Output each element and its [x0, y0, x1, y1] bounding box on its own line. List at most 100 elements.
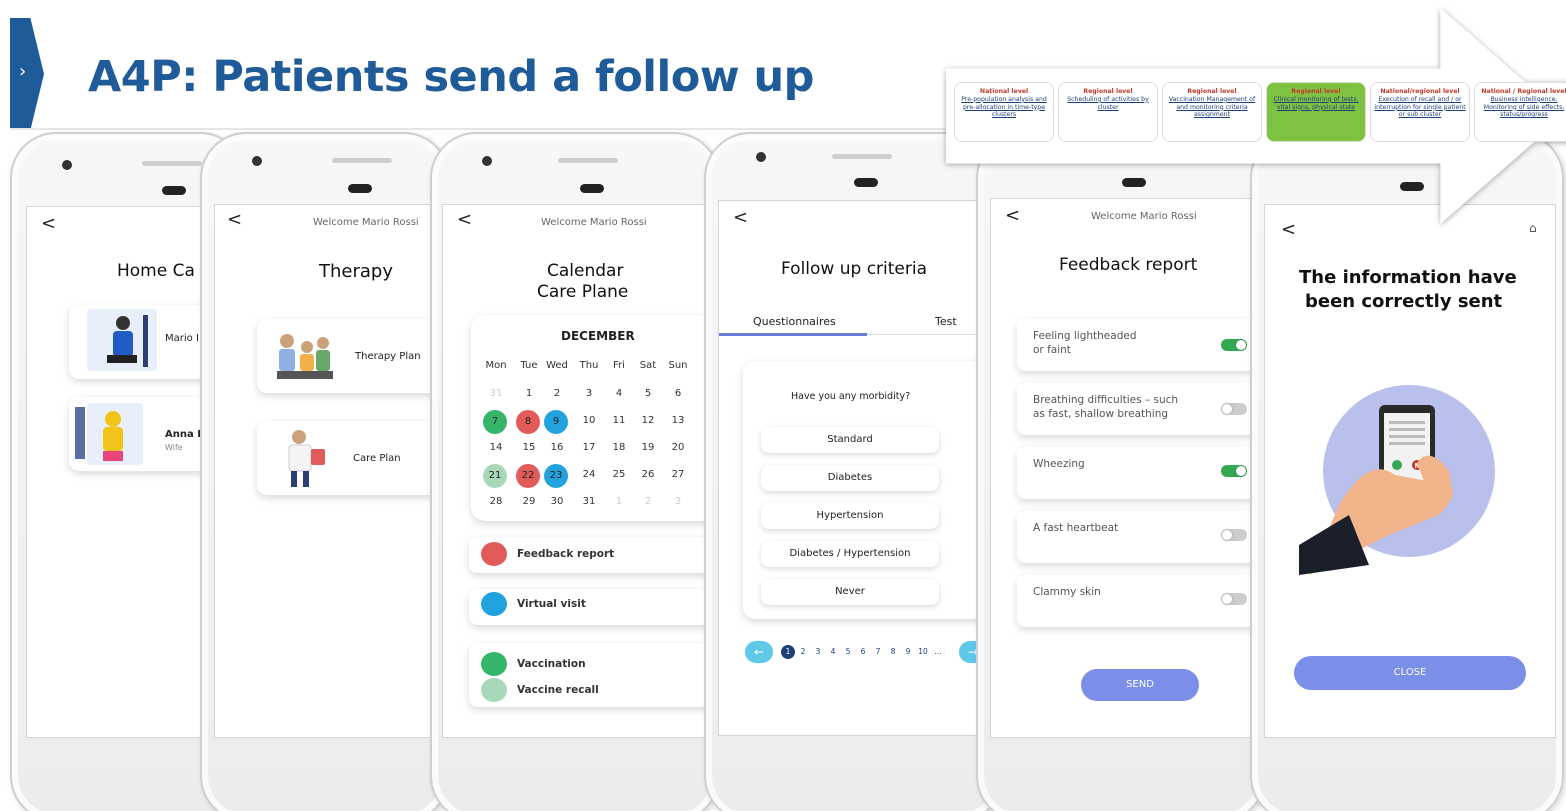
page-number[interactable]: 8: [886, 645, 900, 659]
calendar-day[interactable]: 27: [665, 464, 691, 486]
question-card: Have you any morbidity? Standard Diabetes…: [743, 361, 1003, 619]
back-icon[interactable]: <: [733, 207, 748, 228]
answer-option[interactable]: Standard: [761, 427, 939, 453]
therapy-plan-card[interactable]: Therapy Plan: [257, 319, 449, 393]
calendar-day[interactable]: 2: [544, 383, 570, 405]
calendar-day[interactable]: 23: [544, 464, 568, 488]
calendar-day[interactable]: 15: [516, 437, 542, 459]
calendar-day[interactable]: 18: [606, 437, 632, 459]
calendar-day[interactable]: 31: [576, 491, 602, 513]
legend-dot: [481, 592, 507, 616]
symptom-toggle[interactable]: [1221, 529, 1247, 541]
calendar-day[interactable]: 8: [516, 410, 540, 434]
calendar-day[interactable]: 5: [635, 383, 661, 405]
weekday-label: Mon: [485, 360, 507, 371]
symptom-label: Clammy skin: [1033, 585, 1101, 599]
symptom-label: Feeling lightheaded or faint: [1033, 329, 1137, 357]
calendar-day[interactable]: 13: [665, 410, 691, 432]
calendar-day[interactable]: 12: [635, 410, 661, 432]
calendar-day[interactable]: 3: [576, 383, 602, 405]
calendar-day[interactable]: 1: [606, 491, 632, 513]
answer-option[interactable]: Never: [761, 579, 939, 605]
symptom-label-line1: A fast heartbeat: [1033, 522, 1119, 534]
calendar-day[interactable]: 21: [483, 464, 507, 488]
back-icon[interactable]: <: [227, 209, 242, 230]
symptom-toggle[interactable]: [1221, 339, 1247, 351]
chevron-right-icon: ›: [19, 61, 27, 82]
calendar-day[interactable]: 29: [516, 491, 542, 513]
answer-option[interactable]: Hypertension: [761, 503, 939, 529]
page-number[interactable]: 10: [916, 645, 930, 659]
phone-in-hand-illustration: N: [1299, 385, 1495, 575]
weekday-label: Sat: [639, 360, 657, 371]
page-number[interactable]: 5: [841, 645, 855, 659]
calendar-day[interactable]: 1: [516, 383, 542, 405]
calendar-day[interactable]: 17: [576, 437, 602, 459]
page-number[interactable]: 7: [871, 645, 885, 659]
calendar-day[interactable]: 20: [665, 437, 691, 459]
calendar-day[interactable]: 6: [665, 383, 691, 405]
process-step-level: National level: [979, 88, 1029, 95]
page-number[interactable]: 3: [811, 645, 825, 659]
back-icon[interactable]: <: [457, 209, 472, 230]
calendar-day[interactable]: 11: [606, 410, 632, 432]
calendar-day[interactable]: 25: [606, 464, 632, 486]
answer-option[interactable]: Diabetes: [761, 465, 939, 491]
calendar-day[interactable]: 14: [483, 437, 509, 459]
camera-icon: [252, 156, 262, 166]
calendar-day[interactable]: 30: [544, 491, 570, 513]
page-number[interactable]: ...: [931, 645, 945, 659]
page-number[interactable]: 2: [796, 645, 810, 659]
calendar-day[interactable]: 26: [635, 464, 661, 486]
process-step-description: Scheduling of activities by cluster: [1067, 95, 1149, 111]
process-step-level: National/regional level: [1380, 88, 1460, 95]
page-number[interactable]: 1: [781, 645, 795, 659]
calendar-day[interactable]: 7: [483, 410, 507, 434]
page-number[interactable]: 9: [901, 645, 915, 659]
screen-title: Therapy: [319, 261, 393, 282]
symptom-label-line1: Clammy skin: [1033, 586, 1101, 598]
calendar-day[interactable]: 16: [544, 437, 570, 459]
send-button[interactable]: SEND: [1081, 669, 1199, 701]
calendar-day[interactable]: 2: [635, 491, 661, 513]
back-icon[interactable]: <: [41, 213, 56, 234]
process-step: National level Pre-population analysis an…: [954, 82, 1054, 142]
calendar-day[interactable]: 9: [544, 410, 568, 434]
calendar-day[interactable]: 19: [635, 437, 661, 459]
symptom-item: A fast heartbeat: [1017, 511, 1265, 563]
speaker-grille: [558, 158, 618, 163]
camera-icon: [756, 152, 766, 162]
calendar-day[interactable]: 24: [576, 464, 602, 486]
process-step: Regional level Vaccination Management of …: [1162, 82, 1262, 142]
calendar-day[interactable]: 22: [516, 464, 540, 488]
page-number[interactable]: 4: [826, 645, 840, 659]
symptom-toggle[interactable]: [1221, 465, 1247, 477]
calendar-day[interactable]: 4: [606, 383, 632, 405]
weekday-label: Fri: [613, 360, 625, 371]
card-label: Care Plan: [353, 453, 401, 464]
answer-option[interactable]: Diabetes / Hypertension: [761, 541, 939, 567]
symptom-label-line1: Feeling lightheaded: [1033, 330, 1137, 342]
symptom-toggle[interactable]: [1221, 403, 1247, 415]
close-button-pill[interactable]: CLOSE: [1294, 656, 1526, 690]
symptom-toggle[interactable]: [1221, 593, 1247, 605]
tab-test[interactable]: Test: [935, 315, 957, 328]
doctor-illustration: [288, 430, 325, 487]
calendar-day[interactable]: 28: [483, 491, 509, 513]
symptom-item: Wheezing: [1017, 447, 1265, 499]
symptom-label: A fast heartbeat: [1033, 521, 1118, 535]
speaker-grille: [332, 158, 392, 163]
calendar-day[interactable]: 31: [483, 383, 509, 405]
symptom-label-line2: as fast, shallow breathing: [1033, 408, 1169, 420]
page-number[interactable]: 6: [856, 645, 870, 659]
process-step-level: National / Regional level: [1481, 88, 1566, 95]
prev-page-button[interactable]: ←: [745, 641, 773, 663]
weekday-label: Sun: [668, 360, 688, 371]
legend-card[interactable]: [469, 643, 717, 707]
care-plan-card[interactable]: Care Plan: [257, 421, 449, 495]
calendar-day[interactable]: 3: [665, 491, 691, 513]
tab-questionnaires[interactable]: Questionnaires: [753, 315, 836, 328]
camera-icon: [482, 156, 492, 166]
calendar-day[interactable]: 10: [576, 410, 602, 432]
screen-title: Follow up criteria: [781, 259, 928, 279]
